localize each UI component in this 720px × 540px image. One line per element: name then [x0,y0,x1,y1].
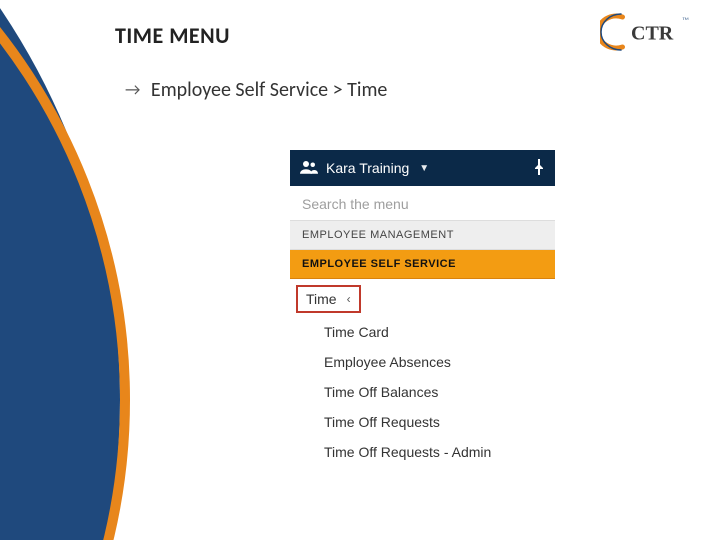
breadcrumb: → Employee Self Service > Time [125,78,387,102]
svg-text:TM: TM [683,17,689,22]
chevron-down-icon: ▼ [419,163,429,174]
category-employee-self-service[interactable]: EMPLOYEE SELF SERVICE [290,250,555,279]
user-name: Kara Training [326,160,409,176]
arrow-icon: → [125,79,140,100]
pin-icon[interactable] [533,159,545,178]
search-input[interactable]: Search the menu [290,186,555,220]
chevron-left-icon: ‹ [347,292,351,306]
user-bar[interactable]: Kara Training ▼ [290,150,555,186]
menu-item-time[interactable]: Time ‹ [296,285,361,313]
people-icon [300,160,318,177]
page-title: TIME MENU [115,22,230,49]
menu-item-time-label: Time [306,291,337,307]
svg-text:CTR: CTR [631,23,674,45]
category-employee-management[interactable]: EMPLOYEE MANAGEMENT [290,220,555,250]
menu-subitem[interactable]: Employee Absences [290,347,555,377]
menu-subitem[interactable]: Time Off Requests - Admin [290,437,555,467]
menu-subitem[interactable]: Time Off Requests [290,407,555,437]
menu-subitem[interactable]: Time Card [290,317,555,347]
menu-panel: Kara Training ▼ Search the menu EMPLOYEE… [290,150,555,467]
ctr-logo: CTR TM [600,12,690,52]
menu-subitem[interactable]: Time Off Balances [290,377,555,407]
breadcrumb-text: Employee Self Service > Time [151,78,387,102]
